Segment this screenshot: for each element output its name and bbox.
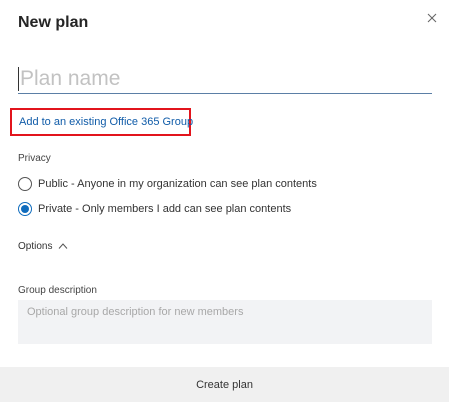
create-plan-button[interactable]: Create plan (0, 367, 449, 402)
public-radio[interactable] (18, 177, 32, 191)
privacy-option-private[interactable]: Private - Only members I add can see pla… (18, 201, 291, 217)
group-description-label: Group description (18, 285, 97, 296)
plan-name-input[interactable] (20, 64, 430, 93)
privacy-label: Privacy (18, 153, 51, 164)
radio-selected-dot (21, 205, 29, 213)
private-radio[interactable] (18, 202, 32, 216)
privacy-option-public[interactable]: Public - Anyone in my organization can s… (18, 176, 317, 192)
plan-name-field (18, 64, 432, 94)
add-to-existing-group-link[interactable]: Add to an existing Office 365 Group (10, 108, 193, 136)
dialog-title: New plan (18, 14, 89, 31)
new-plan-dialog: New plan Add to an existing Office 365 G… (0, 0, 449, 402)
close-button[interactable] (424, 10, 440, 26)
public-radio-label: Public - Anyone in my organization can s… (38, 178, 317, 190)
options-toggle[interactable]: Options (18, 239, 68, 253)
close-icon (427, 13, 437, 23)
text-caret (18, 67, 19, 91)
group-description-input[interactable] (18, 300, 432, 344)
private-radio-label: Private - Only members I add can see pla… (38, 203, 292, 215)
options-label: Options (18, 240, 53, 252)
chevron-up-icon (59, 243, 68, 249)
